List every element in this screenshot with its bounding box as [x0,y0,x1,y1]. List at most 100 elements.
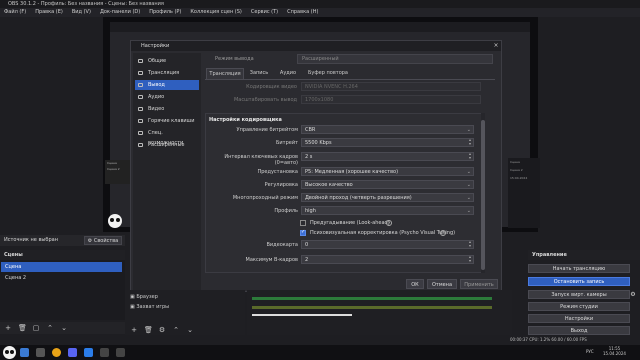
profile-select[interactable]: high ⌄ [301,206,474,215]
controls-header: Управление [528,250,640,260]
close-icon[interactable]: × [492,41,500,51]
rate-control-select[interactable]: CBR ⌄ [301,125,474,134]
sources-toolbar: + 🗑 ⚙ ⌃ ⌄ [130,324,210,334]
menu-scene-collection[interactable]: Коллекция сцен (S) [190,8,242,17]
arrow-up-icon[interactable]: ⌃ [172,326,180,334]
source-browser[interactable]: ▣ Браузер [130,294,158,300]
gpu-spinbox[interactable]: 0 ▴ ▾ [301,240,474,249]
chrome-icon[interactable] [52,348,61,357]
psycho-visual-checkbox[interactable] [300,229,306,236]
start-streaming-button[interactable]: Начать трансляцию [528,264,630,273]
clock-date: 15.04.2024 [603,351,626,356]
sidebar-item-label: Аудио [148,94,165,100]
arrow-down-icon[interactable]: ⌄ [60,324,68,332]
scene-item[interactable]: Сцена [1,262,122,272]
add-icon[interactable]: + [130,326,138,334]
keyboard-icon [138,119,143,123]
keyframe-spinbox[interactable]: 2 s ▴ ▾ [301,152,474,161]
menu-view[interactable]: Вид (V) [72,8,91,17]
menu-profile[interactable]: Профиль (P) [149,8,181,17]
tab-divider [205,79,495,80]
arrow-down-icon[interactable]: ⌄ [186,326,194,334]
scrollbar-thumb[interactable] [481,120,485,270]
tab-recording[interactable]: Запись [246,68,272,79]
scenes-toolbar: + 🗑 ▢ ⌃ ⌄ [0,322,125,334]
arrow-up-icon[interactable]: ⌃ [46,324,54,332]
help-icon[interactable]: ? [386,220,392,226]
bitrate-spinbox[interactable]: 5500 Kbps ▴ ▾ [301,138,474,147]
sidebar-item-hotkeys[interactable]: Горячие клавиши [135,116,199,126]
apply-button[interactable]: Применить [460,279,498,289]
filter-icon[interactable]: ▢ [32,324,40,332]
audio-meter [252,306,492,309]
language-indicator[interactable]: РУС [586,349,594,354]
app-icon[interactable] [100,348,109,357]
bframes-spinbox[interactable]: 2 ▴ ▾ [301,255,474,264]
clock[interactable]: 11:55 15.04.2024 [603,346,626,356]
spin-arrows-icon[interactable]: ▴ ▾ [469,240,471,248]
tuning-label: Регулировка [264,182,298,188]
menu-edit[interactable]: Правка (E) [35,8,63,17]
preview-side-item: Сцена [510,160,520,164]
app-icon[interactable] [84,348,93,357]
sidebar-item-audio[interactable]: Аудио [135,92,199,102]
chevron-down-icon: ⌄ [466,208,471,214]
windows-start-icon[interactable] [20,348,29,357]
source-label: Браузер [136,294,158,300]
volume-slider[interactable] [252,314,352,316]
profile-value: high [305,208,316,214]
settings-button[interactable]: Настройки [528,314,630,323]
spin-arrows-icon[interactable]: ▴ ▾ [469,255,471,263]
add-icon[interactable]: + [4,324,12,332]
sidebar-item-output[interactable]: Вывод [135,80,199,90]
spin-arrows-icon[interactable]: ▴ ▾ [469,138,471,146]
trash-icon[interactable]: 🗑 [144,326,153,334]
sidebar-item-stream[interactable]: Трансляция [135,68,199,78]
help-icon[interactable]: ? [440,230,446,236]
tuning-select[interactable]: Высокое качество ⌄ [301,180,474,189]
encoder-row: Кодировщик видео NVIDIA NVENC H.264 [205,82,485,93]
sidebar-item-general[interactable]: Общие [135,56,199,66]
gear-icon[interactable]: ⚙ [628,290,638,299]
scene-item[interactable]: Сцена 2 [1,273,122,283]
spin-arrows-icon[interactable]: ▴ ▾ [469,152,471,160]
menu-file[interactable]: Файл (F) [4,8,26,17]
sidebar-item-accessibility[interactable]: Спец. возможности [135,128,199,146]
bframes-value: 2 [305,257,309,263]
lookahead-checkbox[interactable] [300,220,306,226]
menu-help[interactable]: Справка (H) [287,8,318,17]
exit-button[interactable]: Выход [528,326,630,335]
bframes-label: Максимум B-кадров [245,257,298,263]
properties-button[interactable]: ⚙ Свойства [84,236,122,245]
globe-icon [138,71,143,75]
trash-icon[interactable]: 🗑 [18,324,27,332]
output-mode-select[interactable]: Расширенный [297,54,493,64]
studio-mode-button[interactable]: Режим студии [528,302,630,311]
source-game-capture[interactable]: ▣ Захват игры [130,304,169,310]
keyframe-row: Интервал ключевых кадров (0=авто) 2 s ▴ ▾ [205,152,483,166]
start-virtual-camera-button[interactable]: Запуск вирт. камеры [528,290,630,299]
discord-icon[interactable] [68,348,77,357]
sidebar-item-video[interactable]: Видео [135,104,199,114]
gpu-row: Видеокарта 0 ▴ ▾ [205,240,483,251]
tab-audio[interactable]: Аудио [276,68,300,79]
sidebar-item-advanced[interactable]: Расширенные [135,140,199,150]
search-icon[interactable] [36,348,45,357]
ok-button[interactable]: ОК [406,279,424,289]
preset-select[interactable]: P5: Медленная (хорошее качество) ⌄ [301,167,474,176]
cancel-button[interactable]: Отмена [427,279,457,289]
menu-docks[interactable]: Док-панели (D) [100,8,140,17]
tab-stream[interactable]: Трансляция [206,68,244,79]
chevron-down-icon: ⌄ [466,195,471,201]
keyframe-value: 2 s [305,154,313,160]
sidebar-item-label: Вывод [148,82,165,88]
multipass-select[interactable]: Двойной проход (четверть разрешения) ⌄ [301,193,474,202]
stop-recording-button[interactable]: Остановить запись [528,277,630,286]
menu-tools[interactable]: Сервис (T) [251,8,278,17]
tab-replay-buffer[interactable]: Буфер повтора [304,68,352,79]
gpu-value: 0 [305,242,309,248]
gear-icon[interactable]: ⚙ [158,326,166,334]
output-mode-label: Режим вывода [215,56,254,62]
app-icon[interactable] [116,348,125,357]
gpu-label: Видеокарта [266,242,298,248]
